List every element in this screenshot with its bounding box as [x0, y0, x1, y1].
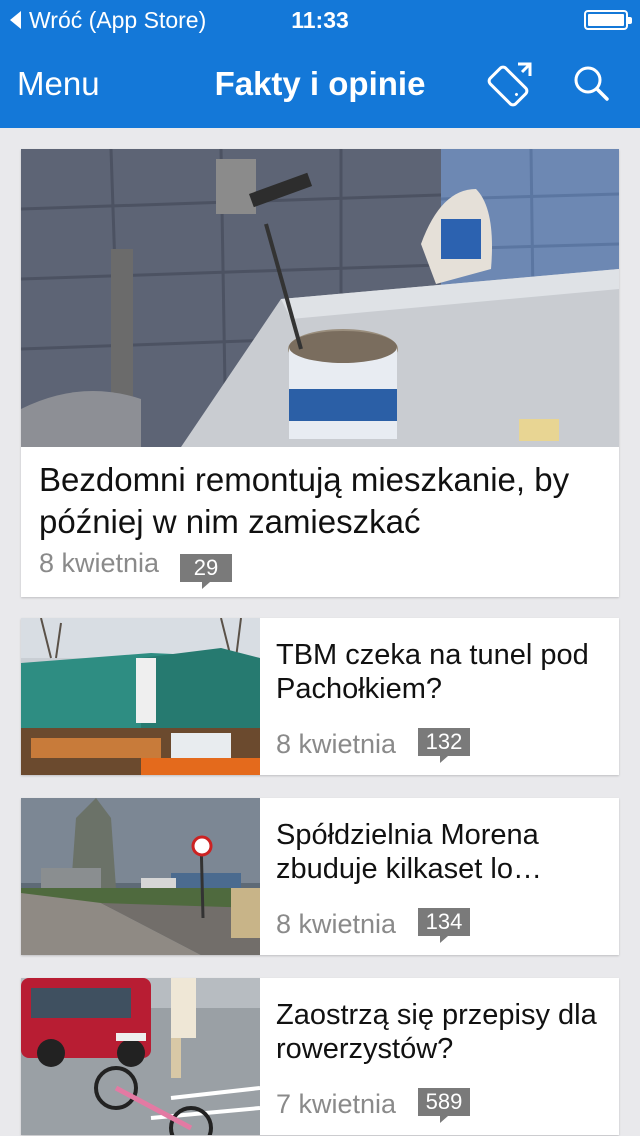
- comment-count-badge[interactable]: 132: [418, 728, 470, 763]
- comment-count-badge[interactable]: 134: [418, 908, 470, 943]
- article-title[interactable]: TBM czeka na tunel pod Pachołkiem?: [276, 638, 606, 706]
- nav-bar: Menu Fakty i opinie: [0, 40, 640, 128]
- rotate-device-icon[interactable]: [480, 56, 536, 112]
- article-title[interactable]: Spółdzielnia Morena zbuduje kilkaset lo…: [276, 818, 606, 886]
- article-card[interactable]: Zaostrzą się przepisy dla rowerzystów? 7…: [21, 978, 619, 1135]
- article-title[interactable]: Zaostrzą się przepisy dla rowerzystów?: [276, 998, 606, 1066]
- comment-count-badge[interactable]: 589: [418, 1088, 470, 1123]
- article-card[interactable]: Spółdzielnia Morena zbuduje kilkaset lo……: [21, 798, 619, 955]
- article-date: 8 kwietnia: [276, 729, 397, 759]
- comment-count-badge[interactable]: 29: [180, 554, 232, 589]
- article-card[interactable]: TBM czeka na tunel pod Pachołkiem? 8 kwi…: [21, 618, 619, 775]
- article-date: 8 kwietnia: [39, 548, 160, 578]
- article-date: 8 kwietnia: [276, 909, 397, 939]
- article-thumbnail: [21, 978, 260, 1135]
- search-icon[interactable]: [566, 56, 622, 112]
- article-photo: [21, 149, 619, 447]
- article-date: 7 kwietnia: [276, 1089, 397, 1119]
- status-time: 11:33: [291, 7, 349, 33]
- article-thumbnail: [21, 798, 260, 955]
- menu-button[interactable]: Menu: [17, 64, 100, 104]
- status-bar: Wróć (App Store) 11:33: [0, 0, 640, 40]
- battery-icon: [584, 10, 632, 30]
- article-card-featured[interactable]: Bezdomni remontują mieszkanie, by późnie…: [21, 149, 619, 597]
- article-thumbnail: [21, 618, 260, 775]
- article-title[interactable]: Bezdomni remontują mieszkanie, by późnie…: [39, 459, 599, 543]
